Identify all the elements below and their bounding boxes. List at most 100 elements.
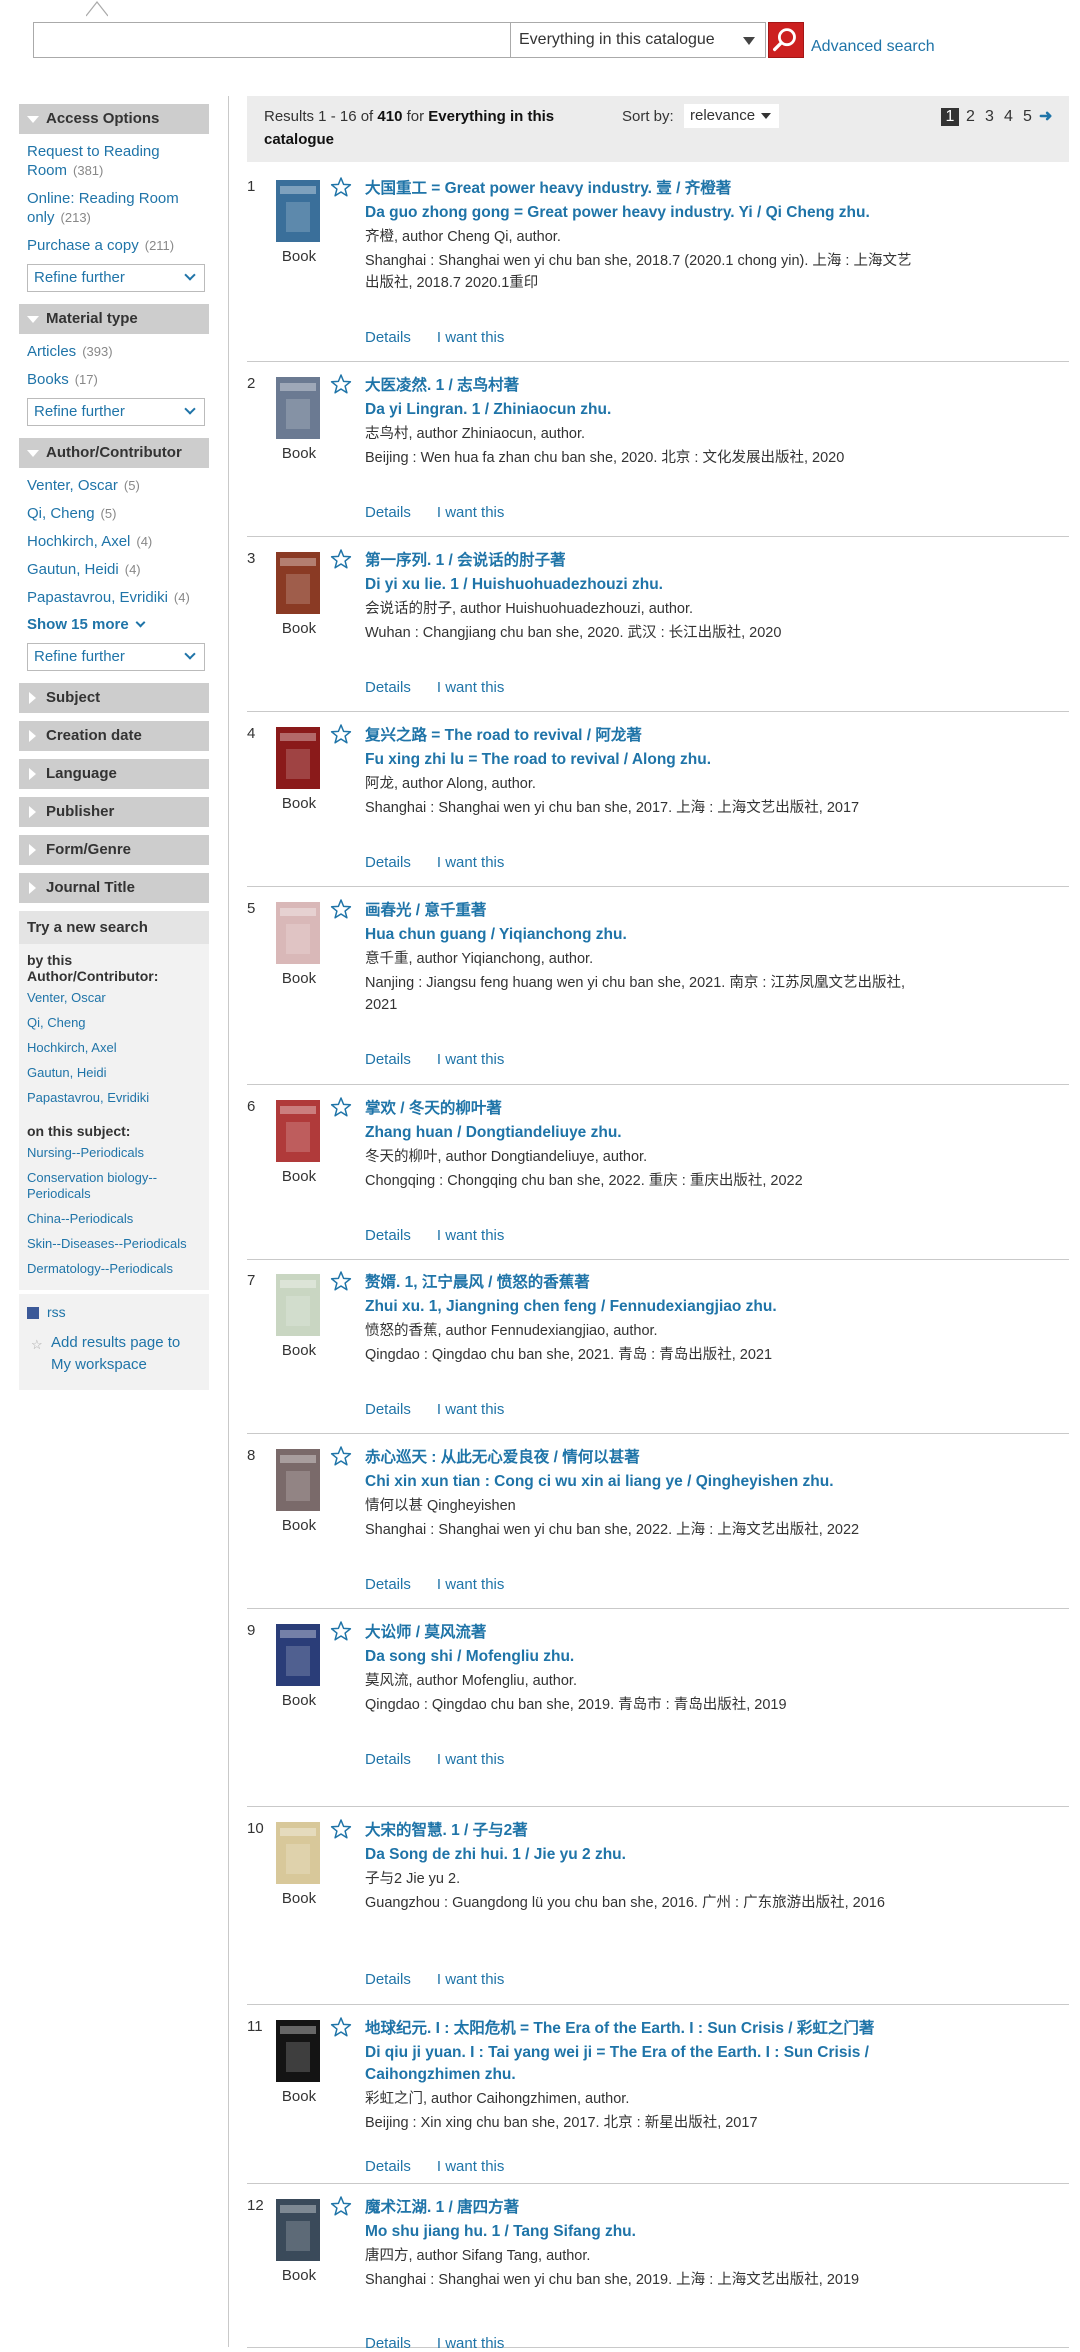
facet-header-subject[interactable]: Subject <box>19 683 209 713</box>
details-link[interactable]: Details <box>365 1227 411 1244</box>
facet-item-online-reading-room[interactable]: Online: Reading Room only (213) <box>19 189 209 227</box>
i-want-this-link[interactable]: I want this <box>437 854 505 871</box>
facet-item-author[interactable]: Papastavrou, Evridiki (4) <box>19 588 209 607</box>
facet-header-author[interactable]: Author/Contributor <box>19 438 209 468</box>
result-title-romanized[interactable]: Da guo zhong gong = Great power heavy in… <box>365 202 925 224</box>
details-link[interactable]: Details <box>365 854 411 871</box>
result-title-original[interactable]: 画春光 / 意千重著 <box>365 900 925 922</box>
facet-item-author[interactable]: Hochkirch, Axel (4) <box>19 532 209 551</box>
book-cover-thumbnail[interactable] <box>276 1624 320 1686</box>
result-title-romanized[interactable]: Da song shi / Mofengliu zhu. <box>365 1646 925 1668</box>
result-title-original[interactable]: 掌欢 / 冬天的柳叶著 <box>365 1098 925 1120</box>
i-want-this-link[interactable]: I want this <box>437 2335 505 2352</box>
result-title-romanized[interactable]: Da Song de zhi hui. 1 / Jie yu 2 zhu. <box>365 1844 925 1866</box>
book-cover-thumbnail[interactable] <box>276 180 320 242</box>
book-cover-thumbnail[interactable] <box>276 1274 320 1336</box>
star-icon[interactable] <box>330 1445 352 1467</box>
advanced-search-link[interactable]: Advanced search <box>811 38 935 56</box>
details-link[interactable]: Details <box>365 329 411 346</box>
book-cover-thumbnail[interactable] <box>276 1100 320 1162</box>
search-input[interactable] <box>33 22 511 58</box>
facet-header-language[interactable]: Language <box>19 759 209 789</box>
page-2[interactable]: 2 <box>963 108 978 126</box>
sort-select[interactable]: relevance <box>684 104 779 128</box>
try-author-link[interactable]: Qi, Cheng <box>19 1015 209 1031</box>
result-title-original[interactable]: 大国重工 = Great power heavy industry. 壹 / 齐… <box>365 178 925 200</box>
show-more-authors-button[interactable]: Show 15 more <box>19 616 209 633</box>
facet-header-creation-date[interactable]: Creation date <box>19 721 209 751</box>
result-title-original[interactable]: 大讼师 / 莫风流著 <box>365 1622 925 1644</box>
refine-further-author[interactable]: Refine further <box>27 643 205 671</box>
details-link[interactable]: Details <box>365 1401 411 1418</box>
details-link[interactable]: Details <box>365 2158 411 2175</box>
try-author-link[interactable]: Venter, Oscar <box>19 990 209 1006</box>
star-icon[interactable] <box>330 898 352 920</box>
page-5[interactable]: 5 <box>1020 108 1035 126</box>
page-3[interactable]: 3 <box>982 108 997 126</box>
facet-item-articles[interactable]: Articles (393) <box>19 342 209 361</box>
i-want-this-link[interactable]: I want this <box>437 504 505 521</box>
i-want-this-link[interactable]: I want this <box>437 679 505 696</box>
facet-item-purchase-copy[interactable]: Purchase a copy (211) <box>19 236 209 255</box>
facet-item-author[interactable]: Qi, Cheng (5) <box>19 504 209 523</box>
facet-item-request-reading-room[interactable]: Request to Reading Room (381) <box>19 142 209 180</box>
facet-header-material-type[interactable]: Material type <box>19 304 209 334</box>
i-want-this-link[interactable]: I want this <box>437 1227 505 1244</box>
result-title-original[interactable]: 赤心巡天 : 从此无心爱良夜 / 情何以甚著 <box>365 1447 925 1469</box>
book-cover-thumbnail[interactable] <box>276 2199 320 2261</box>
result-title-original[interactable]: 大医凌然. 1 / 志鸟村著 <box>365 375 925 397</box>
search-button[interactable] <box>768 22 804 58</box>
result-title-romanized[interactable]: Fu xing zhi lu = The road to revival / A… <box>365 749 925 771</box>
result-title-original[interactable]: 复兴之路 = The road to revival / 阿龙著 <box>365 725 925 747</box>
result-title-romanized[interactable]: Chi xin xun tian : Cong ci wu xin ai lia… <box>365 1471 925 1493</box>
next-page-arrow-icon[interactable]: ➜ <box>1039 108 1052 125</box>
refine-further-material[interactable]: Refine further <box>27 398 205 426</box>
star-icon[interactable] <box>330 1096 352 1118</box>
try-author-link[interactable]: Gautun, Heidi <box>19 1065 209 1081</box>
facet-item-author[interactable]: Gautun, Heidi (4) <box>19 560 209 579</box>
star-icon[interactable] <box>330 1270 352 1292</box>
i-want-this-link[interactable]: I want this <box>437 1971 505 1988</box>
refine-further-access[interactable]: Refine further <box>27 264 205 292</box>
details-link[interactable]: Details <box>365 1971 411 1988</box>
result-title-romanized[interactable]: Hua chun guang / Yiqianchong zhu. <box>365 924 925 946</box>
try-subject-link[interactable]: Conservation biology--Periodicals <box>19 1170 209 1202</box>
star-icon[interactable] <box>330 1818 352 1840</box>
result-title-original[interactable]: 地球纪元. I : 太阳危机 = The Era of the Earth. I… <box>365 2018 925 2040</box>
result-title-romanized[interactable]: Zhui xu. 1, Jiangning chen feng / Fennud… <box>365 1296 925 1318</box>
details-link[interactable]: Details <box>365 679 411 696</box>
details-link[interactable]: Details <box>365 1751 411 1768</box>
details-link[interactable]: Details <box>365 1576 411 1593</box>
i-want-this-link[interactable]: I want this <box>437 329 505 346</box>
star-icon[interactable] <box>330 2016 352 2038</box>
facet-header-form-genre[interactable]: Form/Genre <box>19 835 209 865</box>
i-want-this-link[interactable]: I want this <box>437 2158 505 2175</box>
try-author-link[interactable]: Hochkirch, Axel <box>19 1040 209 1056</box>
result-title-romanized[interactable]: Di qiu ji yuan. I : Tai yang wei ji = Th… <box>365 2042 925 2086</box>
result-title-romanized[interactable]: Zhang huan / Dongtiandeliuye zhu. <box>365 1122 925 1144</box>
star-icon[interactable] <box>330 373 352 395</box>
star-icon[interactable] <box>330 723 352 745</box>
result-title-romanized[interactable]: Da yi Lingran. 1 / Zhiniaocun zhu. <box>365 399 925 421</box>
i-want-this-link[interactable]: I want this <box>437 1576 505 1593</box>
result-title-original[interactable]: 大宋的智慧. 1 / 子与2著 <box>365 1820 925 1842</box>
facet-item-books[interactable]: Books (17) <box>19 370 209 389</box>
facet-header-publisher[interactable]: Publisher <box>19 797 209 827</box>
try-author-link[interactable]: Papastavrou, Evridiki <box>19 1090 209 1106</box>
page-4[interactable]: 4 <box>1001 108 1016 126</box>
book-cover-thumbnail[interactable] <box>276 552 320 614</box>
result-title-original[interactable]: 魔术江湖. 1 / 唐四方著 <box>365 2197 925 2219</box>
result-title-original[interactable]: 第一序列. 1 / 会说话的肘子著 <box>365 550 925 572</box>
i-want-this-link[interactable]: I want this <box>437 1401 505 1418</box>
star-icon[interactable] <box>330 176 352 198</box>
facet-header-access-options[interactable]: Access Options <box>19 104 209 134</box>
star-icon[interactable] <box>330 1620 352 1642</box>
i-want-this-link[interactable]: I want this <box>437 1751 505 1768</box>
try-subject-link[interactable]: China--Periodicals <box>19 1211 209 1227</box>
details-link[interactable]: Details <box>365 1051 411 1068</box>
details-link[interactable]: Details <box>365 2335 411 2352</box>
add-to-workspace-link[interactable]: ☆ Add results page to My workspace <box>27 1332 201 1376</box>
result-title-romanized[interactable]: Di yi xu lie. 1 / Huishuohuadezhouzi zhu… <box>365 574 925 596</box>
try-subject-link[interactable]: Nursing--Periodicals <box>19 1145 209 1161</box>
search-scope-select[interactable]: Everything in this catalogue <box>511 22 766 58</box>
